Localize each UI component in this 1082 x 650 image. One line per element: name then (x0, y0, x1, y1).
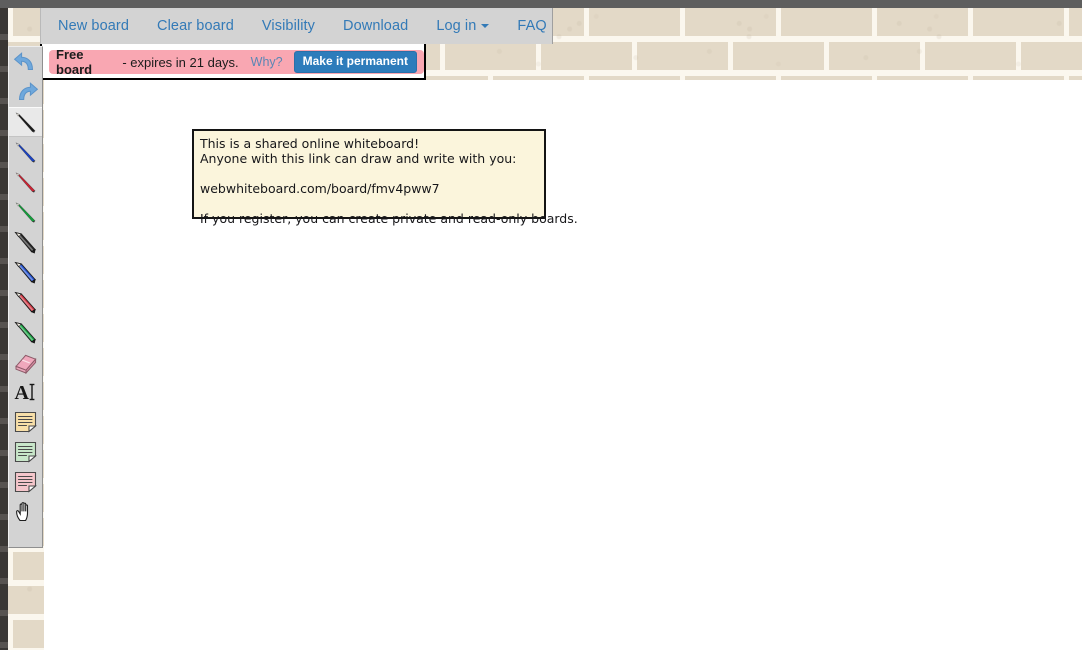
nav-log-in[interactable]: Log in (422, 8, 503, 44)
pan-hand-icon[interactable] (9, 497, 42, 527)
window-left-edge (0, 8, 8, 650)
banner-title: Free board (56, 47, 93, 77)
note-line-1: This is a shared online whiteboard! (200, 136, 420, 151)
nav-download-label: Download (343, 18, 409, 34)
marker-thick-red[interactable] (9, 287, 42, 317)
nav-download[interactable]: Download (329, 8, 422, 44)
app-window: This is a shared online whiteboard! Anyo… (0, 0, 1082, 650)
nav-visibility[interactable]: Visibility (248, 8, 329, 44)
free-board-pill: Free board - expires in 21 days. Why? Ma… (49, 47, 424, 77)
text-tool-icon[interactable]: A (9, 377, 42, 407)
sticky-note-green[interactable] (9, 437, 42, 467)
nav-clear-board[interactable]: Clear board (143, 8, 248, 44)
note-line-6: If you register, you can create private … (200, 211, 578, 226)
pen-thin-black[interactable] (9, 107, 42, 137)
pen-thin-green[interactable] (9, 197, 42, 227)
redo-icon[interactable] (9, 77, 42, 107)
nav-new-board[interactable]: New board (41, 8, 143, 44)
nav-faq-label: FAQ (517, 18, 547, 34)
tool-palette: A (8, 46, 43, 548)
marker-thick-green[interactable] (9, 317, 42, 347)
sticky-note-yellow[interactable] (9, 407, 42, 437)
note-line-2: Anyone with this link can draw and write… (200, 151, 517, 166)
nav-new-board-label: New board (58, 18, 130, 34)
svg-text:A: A (14, 382, 29, 404)
nav-log-in-label: Log in (436, 18, 477, 34)
free-board-banner: Free board - expires in 21 days. Why? Ma… (40, 44, 426, 80)
note-share-url: webwhiteboard.com/board/fmv4pww7 (200, 181, 440, 196)
eraser-icon[interactable] (9, 347, 42, 377)
marker-thick-blue[interactable] (9, 257, 42, 287)
main-navbar: New board Clear board Visibility Download Lo… (40, 8, 553, 44)
note-line-3 (200, 166, 538, 181)
banner-expiry-text: - expires in 21 days. (122, 54, 239, 70)
note-line-5 (200, 196, 538, 211)
marker-thick-black[interactable] (9, 227, 42, 257)
whiteboard-canvas[interactable]: This is a shared online whiteboard! Anyo… (44, 80, 1082, 650)
nav-faq[interactable]: FAQ (503, 8, 560, 44)
whiteboard-text-note[interactable]: This is a shared online whiteboard! Anyo… (192, 129, 578, 226)
chevron-down-icon (481, 24, 490, 28)
undo-icon[interactable] (9, 47, 42, 77)
pen-thin-blue[interactable] (9, 137, 42, 167)
nav-clear-board-label: Clear board (157, 18, 234, 34)
make-it-permanent-button[interactable]: Make it permanent (293, 50, 417, 74)
banner-why-link[interactable]: Why? (251, 55, 283, 69)
nav-visibility-label: Visibility (261, 18, 316, 34)
pen-thin-red[interactable] (9, 167, 42, 197)
sticky-note-pink[interactable] (9, 467, 42, 497)
